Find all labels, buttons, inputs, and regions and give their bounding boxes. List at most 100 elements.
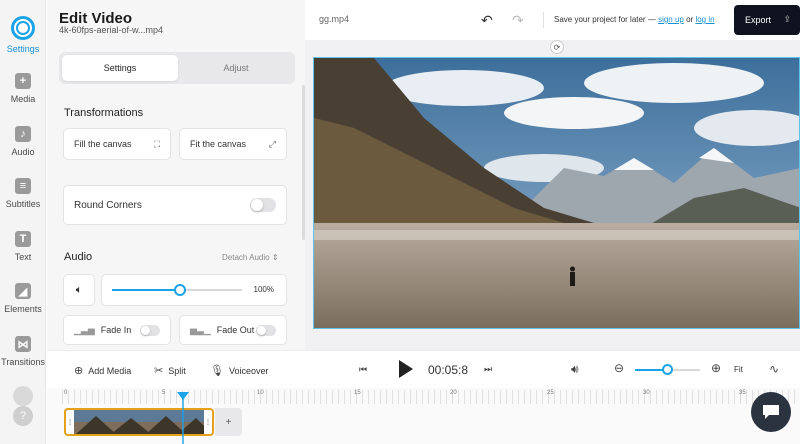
transitions-icon: ⋈ — [15, 336, 31, 352]
log-in-link[interactable]: log in — [695, 15, 714, 24]
fit-button[interactable]: Fit — [734, 365, 743, 374]
add-media-label: Add Media — [88, 365, 132, 376]
top-bar: gg.mp4 ↶ ↷ Save your project for later —… — [305, 0, 800, 40]
rail-item-label: Audio — [11, 147, 35, 157]
volume-control: 100% — [101, 274, 287, 306]
redo-icon[interactable]: ↷ — [512, 12, 524, 29]
fill-canvas-icon: ⛶ — [153, 138, 160, 149]
or-text: or — [686, 15, 694, 24]
expand-icon: ⤢ — [268, 138, 276, 149]
canvas-area: ⟳ — [305, 40, 800, 350]
playhead-line — [182, 398, 184, 444]
save-prompt: Save your project for later — sign up or… — [554, 15, 715, 24]
ruler-mark: 10 — [257, 390, 264, 396]
fade-out-row: ▅▃▁ Fade Out — [179, 315, 287, 345]
settings-icon — [11, 16, 35, 40]
plus-icon: + — [15, 73, 31, 89]
zoom-in-icon[interactable]: ⊕ — [711, 361, 721, 375]
timeline: 0 5 10 15 20 25 30 35 ⁞ ⁞ + — [47, 388, 800, 444]
volume-icon[interactable]: 🔊︎ — [571, 362, 579, 377]
video-preview[interactable] — [313, 57, 800, 329]
audio-heading: Audio — [64, 251, 93, 263]
volume-percent: 100% — [253, 285, 274, 294]
round-corners-row: Round Corners — [63, 185, 287, 225]
split-button[interactable]: ✂ Split — [154, 364, 186, 377]
rail-item-settings[interactable]: Settings — [0, 16, 46, 54]
tab-settings[interactable]: Settings — [62, 55, 178, 81]
rail-item-media[interactable]: + Media — [0, 73, 46, 104]
zoom-slider[interactable] — [635, 364, 700, 375]
rail-item-audio[interactable]: ♪ Audio — [0, 126, 46, 157]
detach-audio-button[interactable]: Detach Audio ⇕ — [222, 253, 279, 262]
clip-right-handle[interactable]: ⁞ — [204, 410, 212, 434]
volume-slider-handle[interactable] — [174, 284, 186, 296]
clip-left-handle[interactable]: ⁞ — [66, 410, 74, 434]
rotate-icon[interactable]: ⟳ — [550, 40, 564, 54]
upload-icon: ⇪ — [783, 14, 791, 24]
fade-in-icon: ▁▃▅ — [74, 324, 95, 335]
split-label: Split — [168, 365, 186, 376]
fit-canvas-label: Fit the canvas — [190, 139, 247, 149]
skip-forward-icon[interactable]: ⏭︎ — [484, 364, 492, 375]
ruler-mark: 20 — [450, 390, 457, 396]
fade-out-icon: ▅▃▁ — [190, 324, 211, 335]
play-button[interactable] — [399, 360, 413, 378]
rail-item-label: Elements — [4, 304, 42, 314]
rail-item-label: Settings — [6, 44, 40, 54]
rail-item-label: Subtitles — [5, 199, 41, 209]
transformations-heading: Transformations — [64, 107, 144, 119]
ruler-mark: 25 — [547, 390, 554, 396]
video-editor-app: Settings + Media ♪ Audio ≡ Subtitles T T… — [0, 0, 800, 444]
volume-slider-fill — [112, 289, 180, 291]
ruler-mark: 30 — [643, 390, 650, 396]
rail-item-transitions[interactable]: ⋈ Transitions — [0, 336, 46, 367]
video-clip[interactable]: ⁞ ⁞ — [64, 408, 214, 436]
undo-icon[interactable]: ↶ — [481, 12, 493, 29]
chat-button[interactable] — [751, 392, 791, 432]
add-clip-button[interactable]: + — [215, 408, 242, 436]
volume-slider[interactable] — [112, 284, 242, 296]
divider — [543, 12, 544, 28]
tab-adjust[interactable]: Adjust — [178, 55, 294, 81]
chat-bubble-icon — [763, 405, 779, 419]
rail-item-elements[interactable]: ◢ Elements — [0, 283, 46, 314]
mute-button[interactable]: 🔈︎ — [63, 274, 95, 306]
waveform-icon[interactable]: ∿ — [769, 362, 779, 376]
rail-item-subtitles[interactable]: ≡ Subtitles — [0, 178, 46, 209]
microphone-icon: 🎙︎ — [210, 365, 224, 377]
voiceover-button[interactable]: 🎙︎ Voiceover — [210, 364, 269, 377]
sign-up-link[interactable]: sign up — [658, 15, 684, 24]
add-media-button[interactable]: ⊕ Add Media — [74, 364, 131, 377]
skip-back-icon[interactable]: ⏮︎ — [359, 364, 367, 375]
playback-toolbar: ⊕ Add Media ✂ Split 🎙︎ Voiceover ⏮︎ 00:0… — [47, 350, 800, 388]
subtitles-icon: ≡ — [15, 178, 31, 194]
project-filename[interactable]: gg.mp4 — [319, 14, 349, 24]
scissors-icon: ✂ — [154, 365, 164, 377]
fade-in-toggle[interactable] — [140, 324, 160, 336]
voiceover-label: Voiceover — [228, 365, 269, 376]
round-corners-label: Round Corners — [74, 199, 142, 211]
ruler-mark: 35 — [739, 390, 746, 396]
panel-tabs: Settings Adjust — [59, 52, 295, 84]
theme-toggle-icon[interactable] — [13, 386, 33, 406]
export-label: Export — [745, 15, 772, 25]
detach-audio-label: Detach Audio — [222, 253, 270, 262]
zoom-slider-handle[interactable] — [662, 364, 673, 375]
export-button[interactable]: Export ⇪ — [734, 5, 800, 35]
fade-out-toggle[interactable] — [256, 324, 276, 336]
fill-canvas-button[interactable]: Fill the canvas ⛶ — [63, 128, 171, 160]
round-corners-toggle[interactable] — [250, 198, 276, 212]
edit-video-panel: Edit Video 4k-60fps-aerial-of-w...mp4 Se… — [47, 0, 305, 350]
current-time: 00:05:8 — [428, 363, 469, 377]
ruler-mark: 15 — [354, 390, 361, 396]
ruler-mark: 5 — [162, 390, 166, 396]
text-icon: T — [15, 231, 31, 247]
rail-item-text[interactable]: T Text — [0, 231, 46, 262]
fill-canvas-label: Fill the canvas — [74, 139, 132, 149]
fade-out-label: Fade Out — [216, 325, 255, 335]
help-icon[interactable]: ? — [13, 406, 33, 426]
zoom-out-icon[interactable]: ⊖ — [614, 361, 624, 375]
timeline-ruler[interactable] — [62, 390, 800, 404]
fit-canvas-button[interactable]: Fit the canvas ⤢ — [179, 128, 287, 160]
music-note-icon: ♪ — [15, 126, 31, 142]
